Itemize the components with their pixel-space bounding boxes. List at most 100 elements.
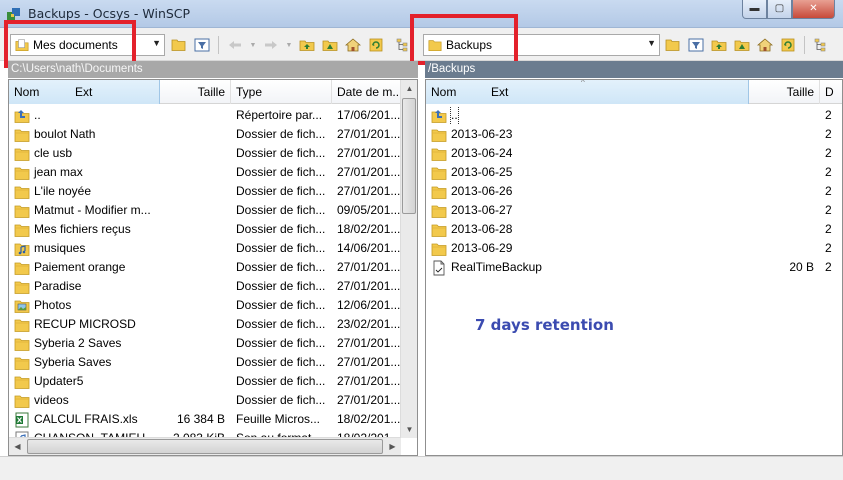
open-folder-icon[interactable] — [664, 37, 682, 54]
file-name-cell[interactable]: 2013-06-25 — [426, 163, 749, 182]
table-row[interactable]: 2013-06-27 2 — [426, 201, 842, 220]
table-row[interactable]: Matmut - Modifier m... Dossier de fich...… — [9, 201, 401, 220]
table-row[interactable]: 2013-06-29 2 — [426, 239, 842, 258]
scroll-down-arrow-icon[interactable]: ▼ — [401, 421, 417, 438]
refresh-icon[interactable] — [779, 37, 797, 54]
file-name-cell[interactable]: Syberia 2 Saves — [9, 334, 160, 353]
file-date: 27/01/201... — [337, 355, 401, 369]
file-name-cell[interactable]: Matmut - Modifier m... — [9, 201, 160, 220]
file-name: jean max — [34, 165, 83, 179]
file-name-cell[interactable]: Photos — [9, 296, 160, 315]
file-name-cell[interactable]: CALCUL FRAIS.xls — [9, 410, 160, 429]
table-row[interactable]: 2013-06-26 2 — [426, 182, 842, 201]
left-vertical-scrollbar[interactable]: ▲ ▼ — [400, 80, 417, 438]
left-scroll-thumb[interactable] — [402, 98, 416, 214]
file-name-cell[interactable]: .. — [426, 106, 749, 125]
table-row[interactable]: Syberia Saves Dossier de fich... 27/01/201… — [9, 353, 401, 372]
tree-view-icon[interactable] — [394, 36, 412, 53]
file-name: 2013-06-25 — [451, 165, 513, 179]
filter-icon[interactable] — [687, 37, 705, 54]
file-name-cell[interactable]: videos — [9, 391, 160, 410]
file-name-cell[interactable]: 2013-06-26 — [426, 182, 749, 201]
file-name: .. — [450, 106, 459, 125]
column-date[interactable]: Date de m... — [332, 80, 401, 104]
file-name-cell[interactable]: cle usb — [9, 144, 160, 163]
file-name-cell[interactable]: 2013-06-24 — [426, 144, 749, 163]
parent-directory-icon[interactable] — [298, 37, 316, 54]
table-row[interactable]: Updater5 Dossier de fich... 27/01/201... — [9, 372, 401, 391]
root-directory-icon[interactable] — [733, 37, 751, 54]
table-row[interactable]: Syberia 2 Saves Dossier de fich... 27/01/2… — [9, 334, 401, 353]
table-row[interactable]: videos Dossier de fich... 27/01/201... — [9, 391, 401, 410]
table-row[interactable]: cle usb Dossier de fich... 27/01/201... — [9, 144, 401, 163]
tree-view-icon[interactable] — [812, 37, 830, 54]
scroll-left-arrow-icon[interactable]: ◀ — [9, 438, 26, 455]
file-name-cell[interactable]: Updater5 — [9, 372, 160, 391]
file-name-cell[interactable]: boulot Nath — [9, 125, 160, 144]
column-size[interactable]: Taille — [160, 80, 231, 104]
root-directory-icon[interactable] — [321, 37, 339, 54]
table-row[interactable]: 2013-06-25 2 — [426, 163, 842, 182]
right-location-combo[interactable]: Backups ▼ — [423, 34, 660, 56]
refresh-icon[interactable] — [367, 37, 385, 54]
file-name-cell[interactable]: 2013-06-28 — [426, 220, 749, 239]
minimize-button[interactable]: ▬ — [742, 0, 767, 19]
chevron-down-icon[interactable]: ▼ — [647, 38, 656, 48]
file-name-cell[interactable]: L'ile noyée — [9, 182, 160, 201]
file-name-cell[interactable]: 2013-06-27 — [426, 201, 749, 220]
table-row[interactable]: 2013-06-24 2 — [426, 144, 842, 163]
forward-dropdown-icon[interactable]: ▼ — [285, 37, 293, 54]
file-name-cell[interactable]: RealTimeBackup — [426, 258, 749, 277]
table-row[interactable]: .. Répertoire par... 17/06/201... — [9, 106, 401, 125]
table-row[interactable]: musiques Dossier de fich... 14/06/201... — [9, 239, 401, 258]
file-name: 2013-06-29 — [451, 241, 513, 255]
home-icon[interactable] — [756, 37, 774, 54]
file-name-cell[interactable]: Paradise — [9, 277, 160, 296]
file-name-cell[interactable]: Paiement orange — [9, 258, 160, 277]
table-row[interactable]: 2013-06-23 2 — [426, 125, 842, 144]
chevron-down-icon[interactable]: ▼ — [152, 38, 161, 48]
scroll-right-arrow-icon[interactable]: ▶ — [384, 438, 401, 455]
file-name-cell[interactable]: 2013-06-23 — [426, 125, 749, 144]
left-location-combo[interactable]: Mes documents ▼ — [10, 34, 165, 56]
home-icon[interactable] — [344, 37, 362, 54]
table-row[interactable]: Paradise Dossier de fich... 27/01/201... — [9, 277, 401, 296]
file-name-cell[interactable]: 2013-06-29 — [426, 239, 749, 258]
column-size[interactable]: Taille — [749, 80, 820, 104]
file-name-cell[interactable]: RECUP MICROSD — [9, 315, 160, 334]
file-name-cell[interactable]: jean max — [9, 163, 160, 182]
table-row[interactable]: RECUP MICROSD Dossier de fich... 23/02/201… — [9, 315, 401, 334]
forward-arrow-icon[interactable] — [262, 37, 280, 54]
table-row[interactable]: boulot Nath Dossier de fich... 27/01/201..… — [9, 125, 401, 144]
column-name[interactable]: Nom Ext ^ — [426, 80, 749, 104]
table-row[interactable]: Photos Dossier de fich... 12/06/201... — [9, 296, 401, 315]
scroll-up-arrow-icon[interactable]: ▲ — [401, 80, 417, 97]
table-row[interactable]: L'ile noyée Dossier de fich... 27/01/201..… — [9, 182, 401, 201]
left-hscroll-thumb[interactable] — [27, 439, 383, 454]
parent-directory-icon[interactable] — [710, 37, 728, 54]
column-ext[interactable]: Ext — [75, 80, 92, 104]
table-row[interactable]: Paiement orange Dossier de fich... 27/01/2… — [9, 258, 401, 277]
table-row[interactable]: 2013-06-28 2 — [426, 220, 842, 239]
open-folder-icon[interactable] — [170, 37, 188, 54]
column-name[interactable]: Nom Ext — [9, 80, 160, 104]
file-name-cell[interactable]: musiques — [9, 239, 160, 258]
table-row[interactable]: jean max Dossier de fich... 27/01/201... — [9, 163, 401, 182]
table-row[interactable]: RealTimeBackup 20 B 2 — [426, 258, 842, 277]
maximize-button[interactable]: ▢ — [767, 0, 792, 19]
parent-dir-icon — [431, 108, 447, 124]
back-dropdown-icon[interactable]: ▼ — [249, 37, 257, 54]
file-name-cell[interactable]: Syberia Saves — [9, 353, 160, 372]
close-button[interactable]: ✕ — [792, 0, 835, 19]
file-name-cell[interactable]: .. — [9, 106, 160, 125]
column-type[interactable]: Type — [231, 80, 332, 104]
back-arrow-icon[interactable] — [226, 37, 244, 54]
table-row[interactable]: CALCUL FRAIS.xls 16 384 B Feuille Micros..… — [9, 410, 401, 429]
filter-icon[interactable] — [193, 37, 211, 54]
column-date[interactable]: D — [820, 80, 842, 104]
file-name-cell[interactable]: Mes fichiers reçus — [9, 220, 160, 239]
table-row[interactable]: .. 2 — [426, 106, 842, 125]
left-horizontal-scrollbar[interactable]: ◀ ▶ — [9, 437, 401, 455]
table-row[interactable]: Mes fichiers reçus Dossier de fich... 18/0… — [9, 220, 401, 239]
column-ext[interactable]: Ext — [491, 80, 508, 104]
